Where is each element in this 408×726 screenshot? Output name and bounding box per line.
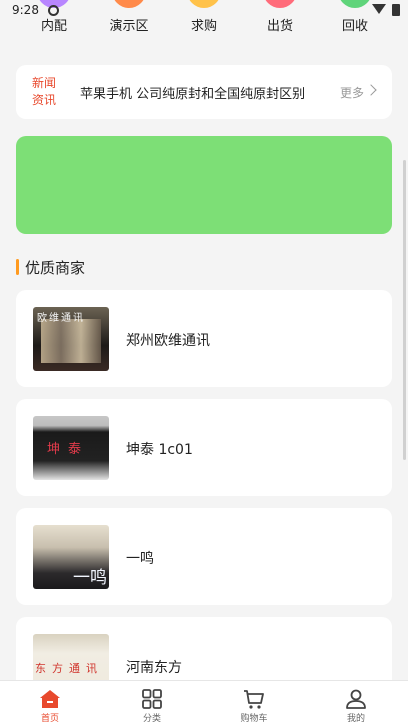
news-bar[interactable]: 新闻资讯 苹果手机 公司纯原封和全国纯原封区别 更多 xyxy=(16,65,392,119)
merchant-name: 郑州欧维通讯 xyxy=(126,333,210,349)
status-notification-icon xyxy=(48,5,59,16)
news-headline[interactable]: 苹果手机 公司纯原封和全国纯原封区别 xyxy=(80,83,305,102)
merchant-photo-sign: 东方通讯 xyxy=(35,662,103,675)
merchant-photo: 一鸣 xyxy=(33,525,109,589)
news-more-link[interactable]: 更多 xyxy=(340,84,364,101)
merchant-card[interactable]: 一鸣 一鸣 xyxy=(16,508,392,605)
battery-icon xyxy=(392,4,400,16)
nav-home[interactable]: 首页 xyxy=(10,681,90,726)
nav-label: 购物车 xyxy=(240,714,268,724)
merchant-card[interactable]: 坤泰 坤泰 1c01 xyxy=(16,399,392,496)
nav-label: 分类 xyxy=(142,714,161,724)
nav-label: 首页 xyxy=(40,714,59,724)
wifi-icon xyxy=(372,4,386,14)
scrollbar[interactable] xyxy=(403,160,406,460)
status-time: 9:28 xyxy=(12,3,39,17)
merchant-photo: 欧维通讯 xyxy=(33,307,109,371)
chevron-right-icon[interactable] xyxy=(365,84,377,96)
section-title-text: 优质商家 xyxy=(25,259,86,277)
nav-category[interactable]: 分类 xyxy=(112,681,192,726)
user-icon xyxy=(346,689,366,709)
merchant-name: 河南东方 xyxy=(126,660,182,676)
news-tag: 新闻资讯 xyxy=(32,76,57,107)
merchant-photo: 坤泰 xyxy=(33,416,109,480)
merchant-name: 坤泰 1c01 xyxy=(126,442,193,458)
cart-icon xyxy=(244,690,264,709)
section-accent-bar xyxy=(16,259,19,275)
home-icon xyxy=(40,690,60,708)
status-bar: 9:28 xyxy=(0,0,408,22)
nav-profile[interactable]: 我的 xyxy=(316,681,396,726)
merchant-name: 一鸣 xyxy=(126,551,154,567)
nav-cart[interactable]: 购物车 xyxy=(214,681,294,726)
merchant-photo-sign: 一鸣 xyxy=(73,568,107,588)
merchant-photo-sign: 坤泰 xyxy=(47,442,90,457)
merchant-card[interactable]: 欧维通讯 郑州欧维通讯 xyxy=(16,290,392,387)
nav-label: 我的 xyxy=(346,714,365,724)
bottom-nav: 首页 分类 购物车 我的 xyxy=(0,680,408,726)
promo-banner[interactable] xyxy=(16,136,392,234)
grid-icon xyxy=(142,689,162,709)
merchant-photo-sign: 欧维通讯 xyxy=(37,313,85,324)
